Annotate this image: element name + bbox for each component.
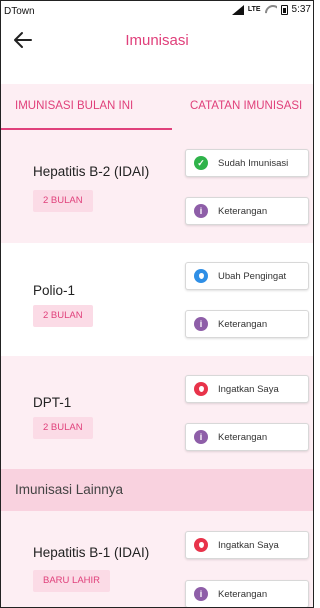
vaccine-card: Hepatitis B-1 (IDAI) BARU LAHIR Ingatkan… — [1, 511, 313, 607]
keterangan-button[interactable]: i Keterangan — [185, 580, 309, 607]
status-button-label: Sudah Imunisasi — [218, 157, 289, 169]
vaccine-name: Hepatitis B-1 (IDAI) — [33, 545, 150, 560]
age-badge: 2 BULAN — [33, 305, 93, 327]
wifi-icon — [265, 5, 277, 14]
age-badge: 2 BULAN — [33, 190, 93, 212]
phone-screen: DTown LTE 5:37 Imunisasi IMUNISASI BULAN… — [0, 0, 314, 608]
check-icon: ✓ — [194, 156, 208, 170]
age-badge: BARU LAHIR — [33, 570, 111, 592]
section-title: Imunisasi Lainnya — [15, 482, 124, 497]
info-icon: i — [194, 430, 208, 444]
status-button-label: Ubah Pengingat — [218, 270, 287, 282]
status-button-ubah-pengingat[interactable]: Ubah Pengingat — [185, 262, 309, 290]
keterangan-button[interactable]: i Keterangan — [185, 197, 309, 225]
carrier-name: DTown — [4, 6, 35, 17]
vaccine-name: Hepatitis B-2 (IDAI) — [33, 164, 150, 179]
vaccine-name: DPT-1 — [33, 395, 72, 410]
tab-catatan-imunisasi[interactable]: CATATAN IMUNISASI — [190, 100, 302, 112]
info-icon: i — [194, 317, 208, 331]
keterangan-label: Keterangan — [218, 588, 268, 600]
keterangan-button[interactable]: i Keterangan — [185, 423, 309, 451]
page-title: Imunisasi — [125, 32, 189, 49]
age-badge: 2 BULAN — [33, 417, 93, 439]
status-button-label: Ingatkan Saya — [218, 539, 279, 551]
status-button-ingatkan-saya[interactable]: Ingatkan Saya — [185, 531, 309, 559]
info-icon: i — [194, 204, 208, 218]
tab-bar: IMUNISASI BULAN INI CATATAN IMUNISASI — [1, 84, 313, 130]
reminder-edit-icon — [194, 269, 208, 283]
status-button-sudah-imunisasi[interactable]: ✓ Sudah Imunisasi — [185, 149, 309, 177]
keterangan-label: Keterangan — [218, 205, 268, 217]
info-icon: i — [194, 587, 208, 601]
clock: 5:37 — [291, 4, 311, 15]
reminder-icon — [194, 538, 208, 552]
vaccine-card: DPT-1 2 BULAN Ingatkan Saya i Keterangan — [1, 356, 313, 469]
keterangan-button[interactable]: i Keterangan — [185, 310, 309, 338]
tab-imunisasi-bulan-ini[interactable]: IMUNISASI BULAN INI — [15, 100, 133, 112]
battery-icon — [280, 4, 288, 15]
keterangan-label: Keterangan — [218, 431, 268, 443]
status-bar: DTown LTE 5:37 — [1, 1, 313, 20]
reminder-icon — [194, 382, 208, 396]
network-type: LTE — [247, 6, 261, 13]
section-header: Imunisasi Lainnya — [1, 469, 313, 511]
vaccine-card: Hepatitis B-2 (IDAI) 2 BULAN ✓ Sudah Imu… — [1, 130, 313, 243]
status-button-label: Ingatkan Saya — [218, 383, 279, 395]
status-button-ingatkan-saya[interactable]: Ingatkan Saya — [185, 375, 309, 403]
vaccine-name: Polio-1 — [33, 283, 76, 298]
signal-icon — [231, 4, 244, 15]
keterangan-label: Keterangan — [218, 318, 268, 330]
vaccine-card: Polio-1 2 BULAN Ubah Pengingat i Keteran… — [1, 243, 313, 356]
app-bar: Imunisasi — [1, 20, 313, 62]
